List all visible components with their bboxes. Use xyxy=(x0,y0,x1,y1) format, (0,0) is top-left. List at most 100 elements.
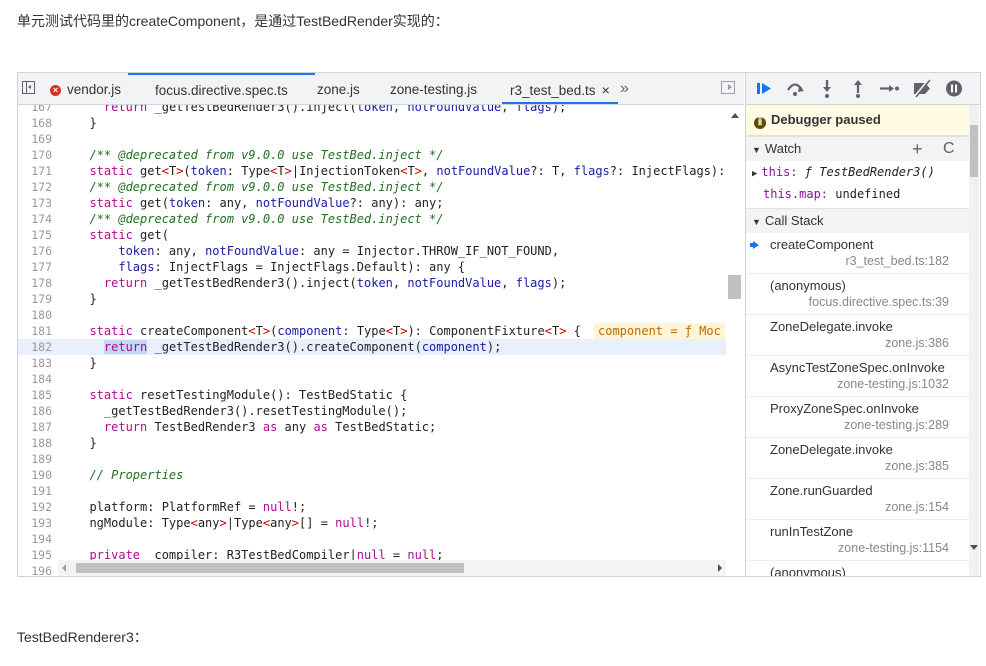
line-number[interactable]: 170 xyxy=(18,147,52,163)
code-line: 180 xyxy=(18,307,726,323)
line-number[interactable]: 190 xyxy=(18,467,52,483)
horizontal-scrollbar[interactable] xyxy=(58,560,726,576)
line-number[interactable]: 185 xyxy=(18,387,52,403)
navigator-toggle-icon[interactable] xyxy=(22,81,35,94)
step-into-icon[interactable] xyxy=(815,73,839,104)
scrollbar-thumb[interactable] xyxy=(728,275,741,299)
line-number[interactable]: 188 xyxy=(18,435,52,451)
tab-r3-test-bed[interactable]: r3_test_bed.ts × xyxy=(502,73,618,104)
scrollbar-thumb[interactable] xyxy=(76,563,464,573)
line-number[interactable]: 196 xyxy=(18,563,52,576)
tab-zone-testing-js[interactable]: zone-testing.js xyxy=(390,73,477,104)
code-line: 192 platform: PlatformRef = null!; xyxy=(18,499,726,515)
code-text: /** @deprecated from v9.0.0 use TestBed.… xyxy=(75,212,444,226)
line-number[interactable]: 186 xyxy=(18,403,52,419)
step-over-icon[interactable] xyxy=(783,73,807,104)
call-stack-frame[interactable]: (anonymous) xyxy=(746,561,970,576)
close-icon[interactable]: × xyxy=(602,82,610,98)
info-icon: ⅱ xyxy=(754,117,766,129)
line-number[interactable]: 182 xyxy=(18,339,52,355)
code-text: _getTestBedRender3().resetTestingModule(… xyxy=(75,404,408,418)
line-number[interactable]: 193 xyxy=(18,515,52,531)
code-text: /** @deprecated from v9.0.0 use TestBed.… xyxy=(75,180,444,194)
line-number[interactable]: 183 xyxy=(18,355,52,371)
code-line: 175 static get( xyxy=(18,227,726,243)
line-number[interactable]: 175 xyxy=(18,227,52,243)
scrollbar-thumb[interactable] xyxy=(970,125,978,177)
frame-location[interactable]: zone.js:386 xyxy=(885,336,949,350)
call-stack-frame[interactable]: ZoneDelegate.invoke zone.js:386 xyxy=(746,315,970,356)
tab-focus-directive-spec[interactable]: focus.directive.spec.ts xyxy=(128,73,315,104)
line-number[interactable]: 179 xyxy=(18,291,52,307)
line-number[interactable]: 195 xyxy=(18,547,52,563)
current-frame-arrow-icon xyxy=(750,241,759,249)
code-line: 179 } xyxy=(18,291,726,307)
line-number[interactable]: 180 xyxy=(18,307,52,323)
step-out-icon[interactable] xyxy=(846,73,870,104)
scroll-up-icon[interactable] xyxy=(731,113,739,118)
line-number[interactable]: 167 xyxy=(18,105,52,115)
tab-vendor-js[interactable]: × vendor.js xyxy=(50,73,121,104)
code-line: 174 /** @deprecated from v9.0.0 use Test… xyxy=(18,211,726,227)
line-number[interactable]: 171 xyxy=(18,163,52,179)
call-stack-frame[interactable]: AsyncTestZoneSpec.onInvoke zone-testing.j… xyxy=(746,356,970,397)
deactivate-breakpoints-icon[interactable] xyxy=(910,73,934,104)
line-number[interactable]: 174 xyxy=(18,211,52,227)
scroll-left-icon[interactable] xyxy=(62,564,66,572)
step-icon[interactable] xyxy=(876,73,900,104)
frame-location[interactable]: zone-testing.js:1032 xyxy=(837,377,949,391)
line-number[interactable]: 172 xyxy=(18,179,52,195)
frame-location[interactable]: focus.directive.spec.ts:39 xyxy=(809,295,949,309)
line-number[interactable]: 176 xyxy=(18,243,52,259)
call-stack-frame[interactable]: runInTestZone zone-testing.js:1154 xyxy=(746,520,970,561)
frame-location[interactable]: zone.js:385 xyxy=(885,459,949,473)
resume-icon[interactable] xyxy=(752,73,776,104)
more-tabs-icon[interactable]: » xyxy=(620,73,629,104)
error-icon: × xyxy=(50,85,61,96)
call-stack-section-header[interactable]: ▼ Call Stack xyxy=(746,208,970,233)
line-number[interactable]: 177 xyxy=(18,259,52,275)
line-number[interactable]: 192 xyxy=(18,499,52,515)
frame-location[interactable]: r3_test_bed.ts:182 xyxy=(845,254,949,268)
frame-location[interactable]: zone.js:154 xyxy=(885,500,949,514)
watch-label: Watch xyxy=(764,141,802,156)
code-text: static get(token: any, notFoundValue?: a… xyxy=(89,196,444,210)
line-number[interactable]: 191 xyxy=(18,483,52,499)
line-number[interactable]: 169 xyxy=(18,131,52,147)
watch-item[interactable]: this.map: undefined xyxy=(746,183,970,205)
code-text: token: any, notFoundValue: any = Injecto… xyxy=(118,244,560,258)
call-stack-frame[interactable]: (anonymous) focus.directive.spec.ts:39 xyxy=(746,274,970,315)
frame-location[interactable]: zone-testing.js:289 xyxy=(844,418,949,432)
code-text: static createComponent<T>(component: Typ… xyxy=(89,324,581,338)
call-stack-frame[interactable]: ZoneDelegate.invoke zone.js:385 xyxy=(746,438,970,479)
code-line: 185 static resetTestingModule(): TestBed… xyxy=(18,387,726,403)
frame-function-name: Zone.runGuarded xyxy=(770,483,873,498)
line-number[interactable]: 184 xyxy=(18,371,52,387)
line-number[interactable]: 189 xyxy=(18,451,52,467)
sidebar-scrollbar[interactable] xyxy=(969,105,979,576)
watch-item[interactable]: ▶ this: ƒ TestBedRender3() xyxy=(746,161,970,183)
line-number[interactable]: 168 xyxy=(18,115,52,131)
vertical-scrollbar[interactable] xyxy=(726,105,744,576)
line-number[interactable]: 173 xyxy=(18,195,52,211)
tab-zone-js[interactable]: zone.js xyxy=(317,73,360,104)
line-number[interactable]: 187 xyxy=(18,419,52,435)
line-number[interactable]: 194 xyxy=(18,531,52,547)
expand-triangle-icon[interactable]: ▶ xyxy=(752,169,757,179)
tab-label: focus.directive.spec.ts xyxy=(155,83,288,98)
call-stack-frame[interactable]: createComponent r3_test_bed.ts:182 xyxy=(746,233,970,274)
pause-on-exceptions-icon[interactable] xyxy=(942,73,966,104)
frame-location[interactable]: zone-testing.js:1154 xyxy=(838,541,949,555)
scroll-down-icon[interactable] xyxy=(970,545,978,550)
scroll-right-icon[interactable] xyxy=(718,564,722,572)
code-line: 194 xyxy=(18,531,726,547)
debugger-pane-toggle-icon[interactable] xyxy=(721,81,735,94)
line-number[interactable]: 181 xyxy=(18,323,52,339)
call-stack-frame[interactable]: ProxyZoneSpec.onInvoke zone-testing.js:28… xyxy=(746,397,970,438)
code-editor[interactable]: 196 195 private _compiler: R3TestBedCompi… xyxy=(18,105,726,576)
watch-section-header[interactable]: ▼ Watch + C xyxy=(746,136,970,161)
refresh-icon[interactable]: C xyxy=(943,137,955,161)
call-stack-frame[interactable]: Zone.runGuarded zone.js:154 xyxy=(746,479,970,520)
add-watch-icon[interactable]: + xyxy=(912,137,923,161)
line-number[interactable]: 178 xyxy=(18,275,52,291)
